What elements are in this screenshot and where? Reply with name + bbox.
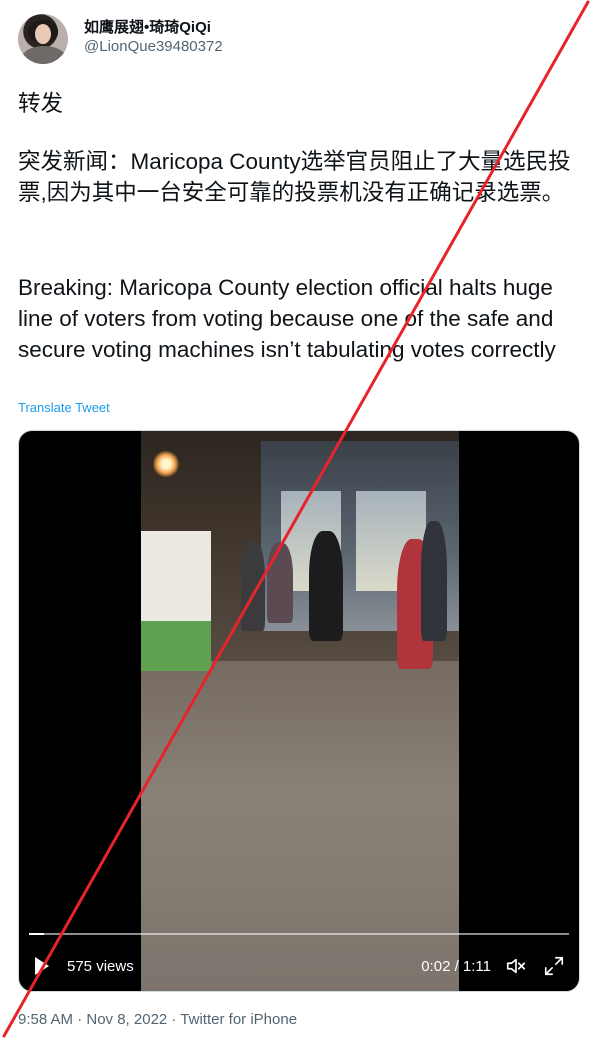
video-time: 0:02 / 1:11 — [421, 958, 491, 975]
video-player[interactable]: 575 views 0:02 / 1:11 — [18, 430, 580, 992]
play-icon[interactable] — [35, 957, 49, 975]
mute-icon[interactable] — [505, 955, 527, 977]
video-controls: 575 views 0:02 / 1:11 — [19, 951, 579, 983]
author-handle[interactable]: @LionQue39480372 — [84, 38, 223, 55]
tweet-label: 转发 — [18, 91, 64, 116]
tweet-text-english: Breaking: Maricopa County election offic… — [18, 275, 560, 362]
video-progress-bar[interactable] — [29, 933, 569, 935]
tweet-timestamp[interactable]: 9:58 AM · Nov 8, 2022 · Twitter for iPho… — [18, 1011, 297, 1028]
fullscreen-icon[interactable] — [543, 955, 565, 977]
video-progress-fill — [29, 933, 45, 935]
author-display-name[interactable]: 如鹰展翅•琦琦QiQi — [84, 16, 211, 37]
tweet-text-chinese: 突发新闻：Maricopa County选举官员阻止了大量选民投票,因为其中一台… — [18, 149, 571, 205]
avatar[interactable] — [18, 14, 68, 64]
video-frame — [141, 431, 459, 991]
translate-tweet-link[interactable]: Translate Tweet — [18, 400, 110, 415]
video-views: 575 views — [67, 958, 134, 975]
tweet-header: 如鹰展翅•琦琦QiQi @LionQue39480372 — [18, 12, 578, 70]
